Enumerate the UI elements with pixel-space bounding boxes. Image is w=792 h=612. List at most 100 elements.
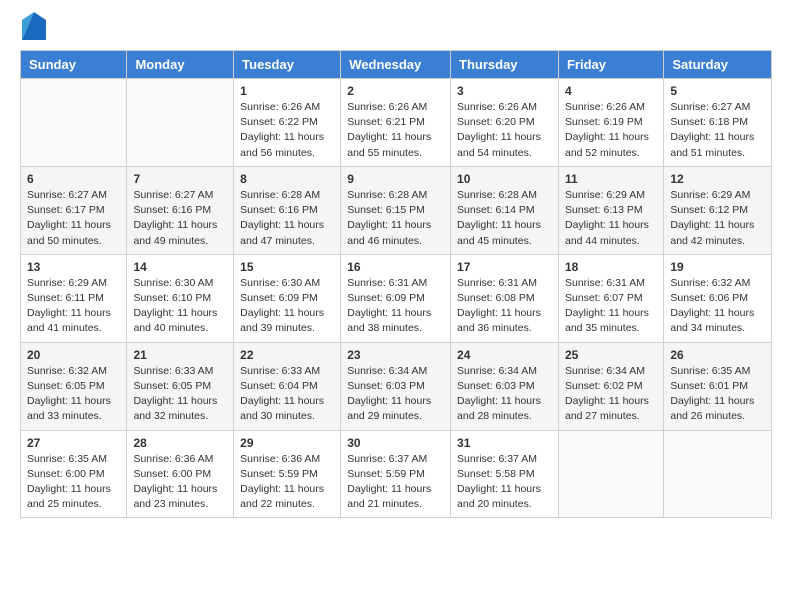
calendar-cell: 16 Sunrise: 6:31 AM Sunset: 6:09 PM Dayli…: [341, 254, 451, 342]
day-number: 3: [457, 84, 552, 98]
day-number: 8: [240, 172, 334, 186]
calendar-cell: 9 Sunrise: 6:28 AM Sunset: 6:15 PM Daylig…: [341, 166, 451, 254]
calendar-cell: 7Sunrise: 6:27 AM Sunset: 6:16 PM Daylig…: [127, 166, 234, 254]
day-number: 28: [133, 436, 227, 450]
calendar-cell: 8 Sunrise: 6:28 AM Sunset: 6:16 PM Daylig…: [234, 166, 341, 254]
day-info: Sunrise: 6:36 AM Sunset: 6:00 PM Dayligh…: [133, 452, 227, 513]
calendar-cell: 26 Sunrise: 6:35 AM Sunset: 6:01 PM Dayli…: [664, 342, 772, 430]
day-info: Sunrise: 6:27 AM Sunset: 6:17 PM Dayligh…: [27, 188, 120, 249]
day-info: Sunrise: 6:29 AM Sunset: 6:12 PM Dayligh…: [670, 188, 765, 249]
calendar-cell: 28 Sunrise: 6:36 AM Sunset: 6:00 PM Dayli…: [127, 430, 234, 518]
day-info: Sunrise: 6:26 AM Sunset: 6:20 PM Dayligh…: [457, 100, 552, 161]
calendar-cell: [664, 430, 772, 518]
day-info: Sunrise: 6:32 AM Sunset: 6:06 PM Dayligh…: [670, 276, 765, 337]
day-info: Sunrise: 6:31 AM Sunset: 6:08 PM Dayligh…: [457, 276, 552, 337]
calendar-cell: 18Sunrise: 6:31 AM Sunset: 6:07 PM Dayli…: [558, 254, 663, 342]
calendar-cell: 24 Sunrise: 6:34 AM Sunset: 6:03 PM Dayli…: [451, 342, 559, 430]
day-info: Sunrise: 6:27 AM Sunset: 6:16 PM Dayligh…: [133, 188, 227, 249]
calendar-cell: 25 Sunrise: 6:34 AM Sunset: 6:02 PM Dayli…: [558, 342, 663, 430]
header-wednesday: Wednesday: [341, 51, 451, 79]
calendar-cell: 4 Sunrise: 6:26 AM Sunset: 6:19 PM Daylig…: [558, 79, 663, 167]
calendar-cell: [127, 79, 234, 167]
header-tuesday: Tuesday: [234, 51, 341, 79]
calendar-cell: 12 Sunrise: 6:29 AM Sunset: 6:12 PM Dayli…: [664, 166, 772, 254]
day-number: 4: [565, 84, 657, 98]
day-info: Sunrise: 6:35 AM Sunset: 6:00 PM Dayligh…: [27, 452, 120, 513]
day-number: 9: [347, 172, 444, 186]
header-thursday: Thursday: [451, 51, 559, 79]
calendar-cell: 22 Sunrise: 6:33 AM Sunset: 6:04 PM Dayli…: [234, 342, 341, 430]
day-number: 16: [347, 260, 444, 274]
day-number: 2: [347, 84, 444, 98]
calendar-week-2: 6Sunrise: 6:27 AM Sunset: 6:17 PM Daylig…: [21, 166, 772, 254]
calendar-cell: [21, 79, 127, 167]
calendar-cell: 1 Sunrise: 6:26 AM Sunset: 6:22 PM Daylig…: [234, 79, 341, 167]
day-info: Sunrise: 6:28 AM Sunset: 6:15 PM Dayligh…: [347, 188, 444, 249]
day-number: 30: [347, 436, 444, 450]
day-info: Sunrise: 6:26 AM Sunset: 6:21 PM Dayligh…: [347, 100, 444, 161]
day-info: Sunrise: 6:29 AM Sunset: 6:13 PM Dayligh…: [565, 188, 657, 249]
calendar-cell: 2 Sunrise: 6:26 AM Sunset: 6:21 PM Daylig…: [341, 79, 451, 167]
day-info: Sunrise: 6:33 AM Sunset: 6:05 PM Dayligh…: [133, 364, 227, 425]
calendar-week-4: 20 Sunrise: 6:32 AM Sunset: 6:05 PM Dayli…: [21, 342, 772, 430]
day-number: 11: [565, 172, 657, 186]
day-info: Sunrise: 6:37 AM Sunset: 5:58 PM Dayligh…: [457, 452, 552, 513]
day-info: Sunrise: 6:36 AM Sunset: 5:59 PM Dayligh…: [240, 452, 334, 513]
calendar-cell: 5 Sunrise: 6:27 AM Sunset: 6:18 PM Daylig…: [664, 79, 772, 167]
calendar-week-3: 13 Sunrise: 6:29 AM Sunset: 6:11 PM Dayli…: [21, 254, 772, 342]
calendar-cell: 23Sunrise: 6:34 AM Sunset: 6:03 PM Dayli…: [341, 342, 451, 430]
header-monday: Monday: [127, 51, 234, 79]
calendar-week-1: 1 Sunrise: 6:26 AM Sunset: 6:22 PM Daylig…: [21, 79, 772, 167]
calendar-cell: 14 Sunrise: 6:30 AM Sunset: 6:10 PM Dayli…: [127, 254, 234, 342]
logo: [20, 20, 46, 40]
day-number: 20: [27, 348, 120, 362]
calendar-cell: 11 Sunrise: 6:29 AM Sunset: 6:13 PM Dayli…: [558, 166, 663, 254]
day-number: 23: [347, 348, 444, 362]
day-info: Sunrise: 6:29 AM Sunset: 6:11 PM Dayligh…: [27, 276, 120, 337]
day-info: Sunrise: 6:26 AM Sunset: 6:19 PM Dayligh…: [565, 100, 657, 161]
calendar-header-row: SundayMondayTuesdayWednesdayThursdayFrid…: [21, 51, 772, 79]
day-number: 25: [565, 348, 657, 362]
day-number: 12: [670, 172, 765, 186]
header-sunday: Sunday: [21, 51, 127, 79]
day-info: Sunrise: 6:34 AM Sunset: 6:03 PM Dayligh…: [457, 364, 552, 425]
calendar-cell: 6Sunrise: 6:27 AM Sunset: 6:17 PM Daylig…: [21, 166, 127, 254]
day-number: 19: [670, 260, 765, 274]
day-number: 24: [457, 348, 552, 362]
day-number: 17: [457, 260, 552, 274]
day-info: Sunrise: 6:28 AM Sunset: 6:16 PM Dayligh…: [240, 188, 334, 249]
day-info: Sunrise: 6:27 AM Sunset: 6:18 PM Dayligh…: [670, 100, 765, 161]
day-number: 5: [670, 84, 765, 98]
header-friday: Friday: [558, 51, 663, 79]
day-number: 14: [133, 260, 227, 274]
day-number: 22: [240, 348, 334, 362]
day-info: Sunrise: 6:37 AM Sunset: 5:59 PM Dayligh…: [347, 452, 444, 513]
calendar-cell: 10Sunrise: 6:28 AM Sunset: 6:14 PM Dayli…: [451, 166, 559, 254]
day-info: Sunrise: 6:32 AM Sunset: 6:05 PM Dayligh…: [27, 364, 120, 425]
day-info: Sunrise: 6:30 AM Sunset: 6:10 PM Dayligh…: [133, 276, 227, 337]
day-number: 31: [457, 436, 552, 450]
logo-icon: [22, 12, 46, 40]
day-info: Sunrise: 6:33 AM Sunset: 6:04 PM Dayligh…: [240, 364, 334, 425]
day-number: 26: [670, 348, 765, 362]
calendar-week-5: 27 Sunrise: 6:35 AM Sunset: 6:00 PM Dayli…: [21, 430, 772, 518]
calendar-cell: 31 Sunrise: 6:37 AM Sunset: 5:58 PM Dayli…: [451, 430, 559, 518]
calendar-cell: 19 Sunrise: 6:32 AM Sunset: 6:06 PM Dayli…: [664, 254, 772, 342]
day-info: Sunrise: 6:34 AM Sunset: 6:02 PM Dayligh…: [565, 364, 657, 425]
calendar-cell: 3 Sunrise: 6:26 AM Sunset: 6:20 PM Daylig…: [451, 79, 559, 167]
day-info: Sunrise: 6:31 AM Sunset: 6:09 PM Dayligh…: [347, 276, 444, 337]
calendar-cell: [558, 430, 663, 518]
day-info: Sunrise: 6:35 AM Sunset: 6:01 PM Dayligh…: [670, 364, 765, 425]
day-number: 1: [240, 84, 334, 98]
day-number: 27: [27, 436, 120, 450]
day-number: 15: [240, 260, 334, 274]
day-info: Sunrise: 6:31 AM Sunset: 6:07 PM Dayligh…: [565, 276, 657, 337]
calendar-table: SundayMondayTuesdayWednesdayThursdayFrid…: [20, 50, 772, 518]
calendar-cell: 27 Sunrise: 6:35 AM Sunset: 6:00 PM Dayli…: [21, 430, 127, 518]
day-number: 21: [133, 348, 227, 362]
day-number: 10: [457, 172, 552, 186]
day-number: 29: [240, 436, 334, 450]
day-number: 13: [27, 260, 120, 274]
calendar-cell: 13 Sunrise: 6:29 AM Sunset: 6:11 PM Dayli…: [21, 254, 127, 342]
day-info: Sunrise: 6:26 AM Sunset: 6:22 PM Dayligh…: [240, 100, 334, 161]
